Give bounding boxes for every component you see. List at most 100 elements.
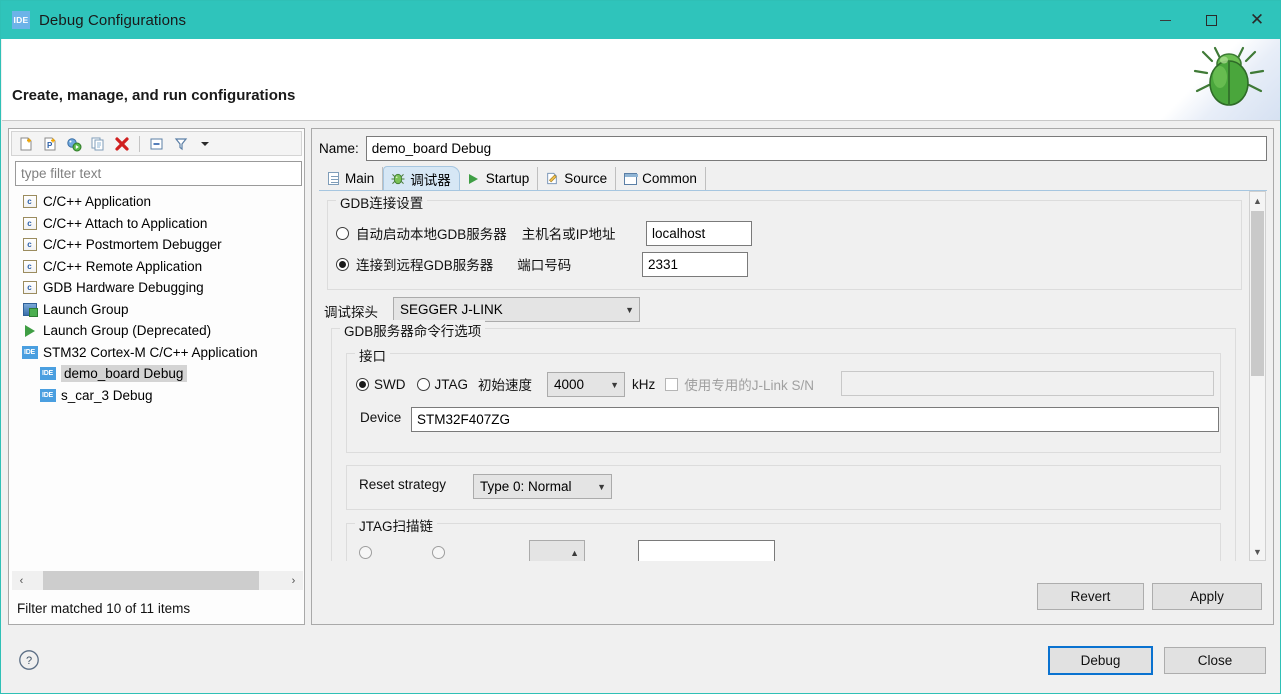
use-serial-checkbox[interactable] (665, 378, 678, 391)
device-label: Device (360, 410, 401, 425)
tree-item-s-car-3-debug[interactable]: s_car_3 Debug (11, 385, 304, 407)
export-icon[interactable] (63, 133, 85, 154)
document-icon (325, 171, 341, 186)
use-serial-label: 使用专用的J-Link S/N (684, 374, 814, 394)
close-button[interactable]: Close (1164, 647, 1266, 674)
c-app-icon (21, 194, 38, 210)
tree-item-label: Launch Group (Deprecated) (43, 323, 211, 338)
tree-item-launch-group[interactable]: Launch Group (11, 299, 304, 321)
search-input[interactable]: type filter text (15, 161, 302, 186)
auto-start-radio[interactable] (336, 227, 349, 240)
tree-item-gdb-hardware-debugging[interactable]: GDB Hardware Debugging (11, 277, 304, 299)
c-app-icon (21, 237, 38, 253)
name-input[interactable]: demo_board Debug (366, 136, 1267, 161)
device-input[interactable]: STM32F407ZG (411, 407, 1219, 432)
name-value: demo_board Debug (372, 141, 491, 156)
maximize-icon[interactable] (1188, 1, 1234, 39)
interface-group-title: 接口 (355, 345, 390, 365)
swd-radio[interactable] (356, 378, 369, 391)
reset-strategy-value: Type 0: Normal (480, 479, 572, 494)
collapse-all-icon[interactable] (146, 133, 168, 154)
spinner-up-icon[interactable]: ▲ (570, 548, 579, 558)
duplicate-icon[interactable] (87, 133, 109, 154)
tab-startup[interactable]: Startup (460, 167, 539, 190)
tree-horizontal-scrollbar[interactable]: ‹ › (12, 571, 303, 590)
tab-debugger[interactable]: 调试器 (383, 166, 460, 190)
tree-item-demo-board-debug[interactable]: demo_board Debug (11, 363, 304, 385)
svg-text:?: ? (26, 655, 32, 667)
minimize-icon[interactable] (1142, 1, 1188, 39)
c-app-icon (21, 215, 38, 231)
tree-item-c-remote-application[interactable]: C/C++ Remote Application (11, 256, 304, 278)
revert-button[interactable]: Revert (1037, 583, 1144, 610)
speed-label: 初始速度 (478, 374, 532, 394)
host-input[interactable]: localhost (646, 221, 752, 246)
bug-icon (390, 171, 406, 186)
tree-item-label: s_car_3 Debug (61, 388, 153, 403)
probe-label: 调试探头 (324, 301, 378, 321)
apply-button[interactable]: Apply (1152, 583, 1262, 610)
bug-icon (1192, 45, 1266, 111)
content-vertical-scrollbar[interactable]: ▲ ▼ (1249, 191, 1266, 561)
scroll-up-icon[interactable]: ▲ (1250, 192, 1265, 209)
tree-item-label: STM32 Cortex-M C/C++ Application (43, 345, 258, 360)
tree-item-c-application[interactable]: C/C++ Application (11, 191, 304, 213)
scroll-down-icon[interactable]: ▼ (1250, 543, 1265, 560)
tab-label: Main (345, 171, 374, 186)
port-input[interactable]: 2331 (642, 252, 748, 277)
probe-select[interactable]: SEGGER J-LINK ▼ (393, 297, 640, 322)
ide-icon (39, 366, 56, 382)
name-label: Name: (319, 141, 359, 156)
tab-main[interactable]: Main (319, 167, 383, 190)
tree-item-label: C/C++ Postmortem Debugger (43, 237, 222, 252)
scroll-track[interactable] (31, 571, 284, 590)
serial-number-input[interactable] (841, 371, 1214, 396)
chevron-down-icon: ▼ (625, 305, 634, 315)
jtag-auto-radio[interactable] (359, 546, 372, 559)
delete-icon[interactable] (111, 133, 133, 154)
scroll-right-icon[interactable]: › (284, 571, 303, 590)
jtag-chain-group-title: JTAG扫描链 (355, 515, 437, 535)
new-launch-configuration-icon[interactable] (15, 133, 37, 154)
filter-icon[interactable] (170, 133, 192, 154)
probe-value: SEGGER J-LINK (400, 302, 503, 317)
speed-unit-label: kHz (632, 377, 655, 392)
port-value: 2331 (648, 257, 678, 272)
tab-common[interactable]: Common (616, 167, 706, 190)
jtag-position-stepper[interactable]: ▲ (529, 540, 585, 561)
ide-icon (39, 387, 56, 403)
chevron-down-icon: ▼ (597, 482, 606, 492)
debug-button[interactable]: Debug (1048, 646, 1153, 675)
auto-start-label: 自动启动本地GDB服务器 (356, 223, 507, 243)
scroll-thumb[interactable] (43, 571, 259, 590)
tree-toolbar: P (11, 131, 302, 156)
help-icon[interactable]: ? (18, 649, 40, 671)
scroll-left-icon[interactable]: ‹ (12, 571, 31, 590)
port-label: 端口号码 (517, 254, 571, 274)
tree-item-c-postmortem-debugger[interactable]: C/C++ Postmortem Debugger (11, 234, 304, 256)
configurations-tree[interactable]: C/C++ Application C/C++ Attach to Applic… (11, 191, 304, 631)
tree-item-stm32-cortex-m-application[interactable]: STM32 Cortex-M C/C++ Application (11, 342, 304, 364)
gdb-server-options-group: GDB服务器命令行选项 接口 SWD JTAG 初始速度 4000 (331, 328, 1236, 561)
reset-strategy-select[interactable]: Type 0: Normal ▼ (473, 474, 612, 499)
jtag-irlen-input[interactable] (638, 540, 775, 561)
configuration-editor-panel: Name: demo_board Debug Main (311, 128, 1274, 625)
gdb-connection-group: GDB连接设置 自动启动本地GDB服务器 主机名或IP地址 localhost … (327, 200, 1242, 290)
tree-item-c-attach-to-application[interactable]: C/C++ Attach to Application (11, 213, 304, 235)
jtag-manual-radio[interactable] (432, 546, 445, 559)
tree-item-launch-group-deprecated[interactable]: Launch Group (Deprecated) (11, 320, 304, 342)
tab-source[interactable]: Source (538, 167, 616, 190)
dialog-header: Create, manage, and run configurations (2, 39, 1280, 121)
source-icon (544, 171, 560, 186)
jtag-radio[interactable] (417, 378, 430, 391)
new-prototype-icon[interactable]: P (39, 133, 61, 154)
window-controls: ✕ (1142, 1, 1280, 39)
gdb-connection-group-title: GDB连接设置 (336, 192, 427, 212)
speed-select[interactable]: 4000 ▼ (547, 372, 625, 397)
tab-label: Common (642, 171, 697, 186)
scroll-thumb[interactable] (1251, 211, 1264, 376)
close-icon[interactable]: ✕ (1234, 1, 1280, 39)
view-menu-icon[interactable] (194, 133, 216, 154)
common-icon (622, 171, 638, 186)
remote-radio[interactable] (336, 258, 349, 271)
